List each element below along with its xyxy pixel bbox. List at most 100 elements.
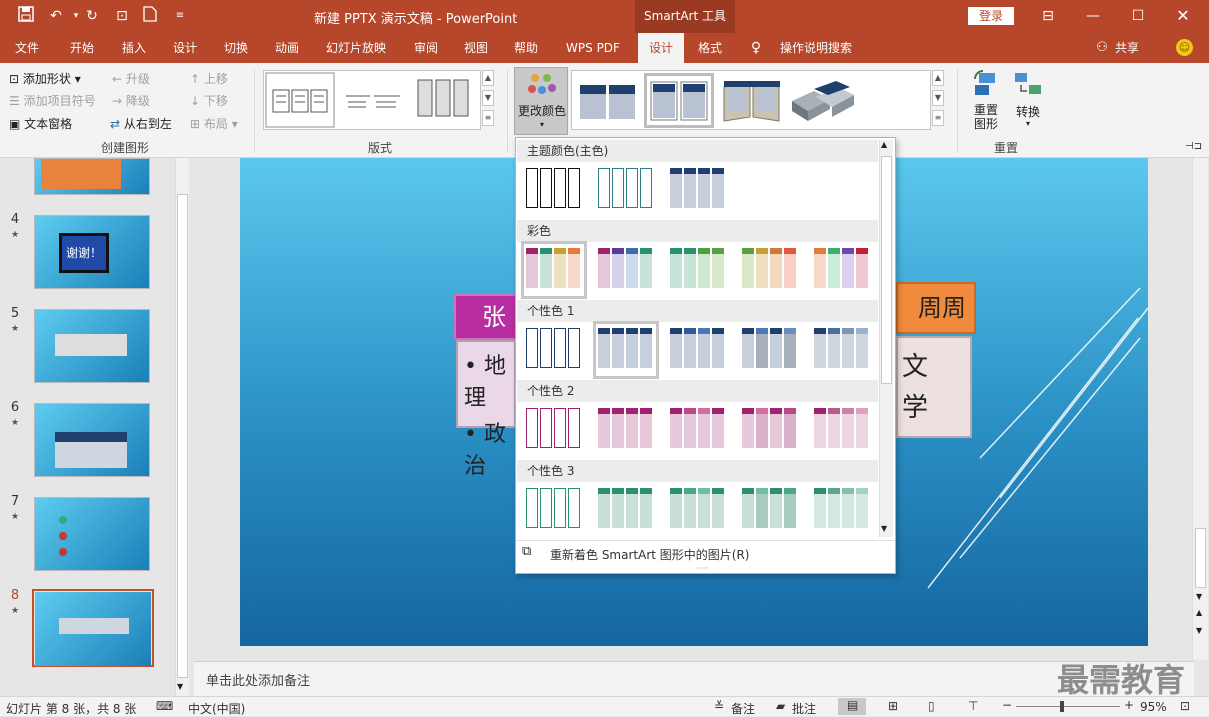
share-button[interactable]: 共享 [1113,33,1141,63]
smartart-body-box-1[interactable]: • 地理 • 政治 [456,340,516,479]
right-to-left-button[interactable]: ⇄ 从右到左 [110,114,172,134]
resize-grip-icon[interactable]: ····· [696,564,709,573]
thumb-scrollbar-handle[interactable] [177,194,188,678]
layouts-more[interactable]: ≡ [482,110,494,126]
styles-more[interactable]: ≡ [932,110,944,126]
color-option[interactable] [668,484,728,536]
comments-toggle[interactable]: 批注 [792,700,816,717]
layout-option-1[interactable] [265,72,335,128]
redo-icon[interactable]: ↻ [82,6,102,26]
color-option[interactable] [521,241,587,299]
tab-help[interactable]: 帮助 [506,33,546,63]
change-colors-button[interactable]: 更改颜色 ▾ [514,67,568,135]
reading-view-icon[interactable]: ▯ [928,699,935,713]
color-option[interactable] [593,321,659,379]
minimize-icon[interactable]: — [1083,6,1103,26]
tab-smartart-design[interactable]: 设计 [638,33,684,63]
convert-button[interactable]: 转换 ▾ [1010,69,1046,135]
color-option[interactable] [596,404,656,456]
slide-thumb-4[interactable]: 谢谢！ [34,215,150,289]
color-option[interactable] [524,324,584,376]
zoom-slider-thumb[interactable] [1060,701,1064,712]
customize-qat-icon[interactable]: ≡ [170,6,190,26]
dropdown-scrollbar-handle[interactable] [881,156,892,384]
tab-wps-pdf[interactable]: WPS PDF [558,33,628,63]
tab-transitions[interactable]: 切换 [216,33,256,63]
color-option[interactable] [524,164,584,216]
color-option[interactable] [668,324,728,376]
color-option[interactable] [812,484,872,536]
color-option[interactable] [524,484,584,536]
style-option-1[interactable] [576,77,638,125]
slide-thumb-8-selected[interactable] [32,589,154,667]
scroll-down-icon[interactable]: ▼ [881,524,887,533]
style-option-2[interactable] [644,73,714,128]
smiley-icon[interactable]: ☺ [1176,39,1193,56]
layout-button[interactable]: ⊞ 布局 ▾ [190,114,238,134]
move-down-button[interactable]: ↓ 下移 [190,91,228,111]
smartart-header-box-2[interactable]: 周周 [896,282,976,334]
presenter-icon[interactable]: ⊡ [112,6,132,26]
pin-ribbon-icon[interactable]: ⊣⊐ [1185,141,1202,152]
scroll-down-icon[interactable]: ▼ [1196,592,1202,601]
scroll-up-icon[interactable]: ▲ [881,140,887,149]
fit-to-window-icon[interactable]: ⊡ [1180,699,1190,713]
smartart-header-box-1[interactable]: 张三 [454,294,524,373]
close-icon[interactable]: ✕ [1173,6,1193,26]
slide-thumb-3[interactable] [34,158,150,195]
color-option[interactable] [668,244,728,296]
scroll-down-icon[interactable]: ▼ [177,682,183,691]
tab-smartart-format[interactable]: 格式 [688,33,732,63]
layout-option-3[interactable] [410,72,476,128]
color-option[interactable] [812,324,872,376]
reset-graphic-button[interactable]: 重置 图形 [966,69,1006,135]
style-option-3[interactable] [720,77,782,125]
color-option[interactable] [740,324,800,376]
next-slide-icon[interactable]: ▼ [1196,626,1202,635]
slide-thumb-5[interactable] [34,309,150,383]
color-option[interactable] [668,404,728,456]
notes-toggle[interactable]: 备注 [731,700,755,717]
dropdown-scrollbar[interactable]: ▲ ▼ [879,140,893,537]
notes-pane[interactable]: 单击此处添加备注 [194,661,1194,696]
color-option[interactable] [740,404,800,456]
save-icon[interactable] [16,6,36,26]
move-up-button[interactable]: ↑ 上移 [190,69,228,89]
tab-file[interactable]: 文件 [8,33,46,63]
spell-check-icon[interactable]: ⌨ [156,699,173,713]
color-option[interactable] [596,164,656,216]
slide-thumb-6[interactable] [34,403,150,477]
style-option-4[interactable] [790,77,856,125]
layouts-scroll-down[interactable]: ▼ [482,90,494,106]
color-option[interactable] [812,404,872,456]
slideshow-icon[interactable]: ⊤ [968,699,978,713]
slide-thumb-7[interactable] [34,497,150,571]
styles-scroll-up[interactable]: ▲ [932,70,944,86]
zoom-level[interactable]: 95% [1140,700,1167,714]
slide-scrollbar[interactable]: ▼ ▲ ▼ [1192,158,1208,660]
maximize-icon[interactable]: ☐ [1128,6,1148,26]
tab-animations[interactable]: 动画 [267,33,307,63]
tab-insert[interactable]: 插入 [114,33,154,63]
promote-button[interactable]: ← 升级 [112,69,150,89]
tab-design[interactable]: 设计 [165,33,205,63]
layout-option-2[interactable] [342,72,404,128]
demote-button[interactable]: → 降级 [112,91,150,111]
tell-me-search[interactable]: 操作说明搜索 [776,33,856,63]
color-option[interactable] [740,484,800,536]
color-option[interactable] [596,244,656,296]
styles-scroll-down[interactable]: ▼ [932,90,944,106]
language-status[interactable]: 中文(中国) [188,700,245,717]
add-shape-button[interactable]: ⊡ 添加形状 ▾ [9,69,81,89]
thumb-scrollbar[interactable]: ▼ [175,158,189,696]
recolor-pictures-item[interactable]: ⧉ 重新着色 SmartArt 图形中的图片(R) [522,544,882,564]
normal-view-button[interactable]: ▤ [838,698,866,715]
add-bullet-button[interactable]: ☰ 添加项目符号 [9,91,96,111]
color-option[interactable] [524,404,584,456]
layouts-scroll-up[interactable]: ▲ [482,70,494,86]
ribbon-display-icon[interactable]: ⊟ [1038,6,1058,26]
new-file-icon[interactable] [140,6,160,26]
slide-scrollbar-handle[interactable] [1195,528,1206,588]
slide-sorter-icon[interactable]: ⊞ [888,699,898,713]
zoom-in-icon[interactable]: + [1124,698,1134,712]
